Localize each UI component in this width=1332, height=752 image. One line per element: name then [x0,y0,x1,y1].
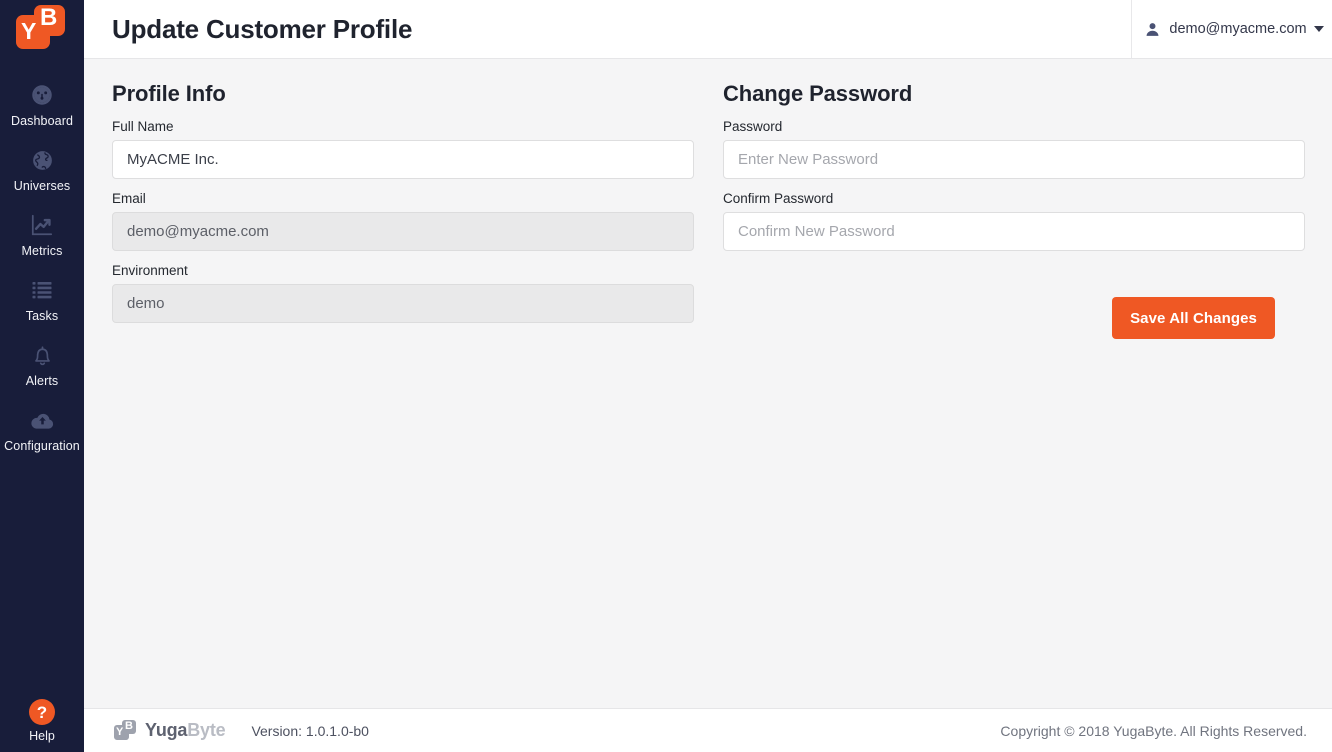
app-root: Y B Dashboard Universes Metrics Tasks Al… [0,0,1332,752]
main-area: Update Customer Profile demo@myacme.com … [84,0,1332,752]
environment-input [112,284,694,323]
confirm-password-input[interactable] [723,212,1305,251]
field-password: Password [723,119,1305,179]
footer-copyright: Copyright © 2018 YugaByte. All Rights Re… [1000,722,1307,739]
user-menu[interactable]: demo@myacme.com [1131,0,1332,58]
chevron-down-icon [1313,26,1324,32]
chart-line-icon [27,210,57,240]
user-avatar-icon [1143,20,1161,38]
footer: Y B Yuga Byte Version: 1.0.1.0-b0 Copyri… [84,708,1332,752]
top-header: Update Customer Profile demo@myacme.com [84,0,1332,59]
user-email-label: demo@myacme.com [1169,21,1307,37]
content-area: Profile Info Full Name Email Environment [84,59,1332,708]
bell-icon [27,340,57,370]
sidebar-nav: Dashboard Universes Metrics Tasks Alerts… [0,75,84,465]
logo-letter-b: B [40,4,58,31]
sidebar-item-label: Dashboard [10,114,74,128]
confirm-password-label: Confirm Password [723,191,834,206]
email-input [112,212,694,251]
mark-letter-b: B [125,720,133,732]
change-password-title: Change Password [723,81,913,106]
sidebar-item-universes[interactable]: Universes [0,140,84,205]
sidebar-item-label: Configuration [4,439,80,453]
question-mark-icon: ? [29,699,55,725]
sidebar-item-label: Tasks [25,309,59,323]
sidebar-item-label: Metrics [21,244,63,258]
sidebar-item-help[interactable]: ? Help [0,699,84,744]
cloud-upload-icon [27,405,57,435]
page-title: Update Customer Profile [112,13,413,44]
logo-letter-y: Y [21,18,37,44]
footer-brand-primary: Yuga [145,720,188,740]
sidebar-item-tasks[interactable]: Tasks [0,270,84,335]
footer-brand-secondary: Byte [187,720,226,740]
password-input[interactable] [723,140,1305,179]
footer-version: Version: 1.0.1.0-b0 [251,722,369,739]
sidebar-item-metrics[interactable]: Metrics [0,205,84,270]
password-label: Password [723,119,783,134]
sidebar: Y B Dashboard Universes Metrics Tasks Al… [0,0,84,752]
sidebar-item-dashboard[interactable]: Dashboard [0,75,84,140]
form-actions: Save All Changes [723,263,1305,339]
field-full-name: Full Name [112,119,694,179]
full-name-input[interactable] [112,140,694,179]
save-all-changes-button[interactable]: Save All Changes [1112,297,1275,339]
change-password-section: Change Password Password Confirm Passwor… [723,81,1305,339]
field-confirm-password: Confirm Password [723,191,1305,251]
profile-info-section: Profile Info Full Name Email Environment [112,81,694,339]
email-label: Email [112,191,146,206]
footer-brand: Y B Yuga Byte Version: 1.0.1.0-b0 [114,720,369,741]
yugabyte-logo[interactable]: Y B [16,3,68,55]
full-name-label: Full Name [112,119,174,134]
yugabyte-mark-icon: Y B [114,720,138,741]
field-email: Email [112,191,694,251]
environment-label: Environment [112,263,188,278]
sidebar-item-label: Help [29,729,55,743]
dashboard-gauge-icon [27,80,57,110]
profile-info-title: Profile Info [112,81,226,106]
field-environment: Environment [112,263,694,323]
sidebar-item-label: Universes [13,179,71,193]
mark-letter-y: Y [116,726,124,738]
sidebar-item-alerts[interactable]: Alerts [0,335,84,400]
globe-icon [27,145,57,175]
form-columns: Profile Info Full Name Email Environment [84,59,1332,339]
sidebar-item-label: Alerts [25,374,59,388]
list-icon [27,275,57,305]
sidebar-item-configuration[interactable]: Configuration [0,400,84,465]
